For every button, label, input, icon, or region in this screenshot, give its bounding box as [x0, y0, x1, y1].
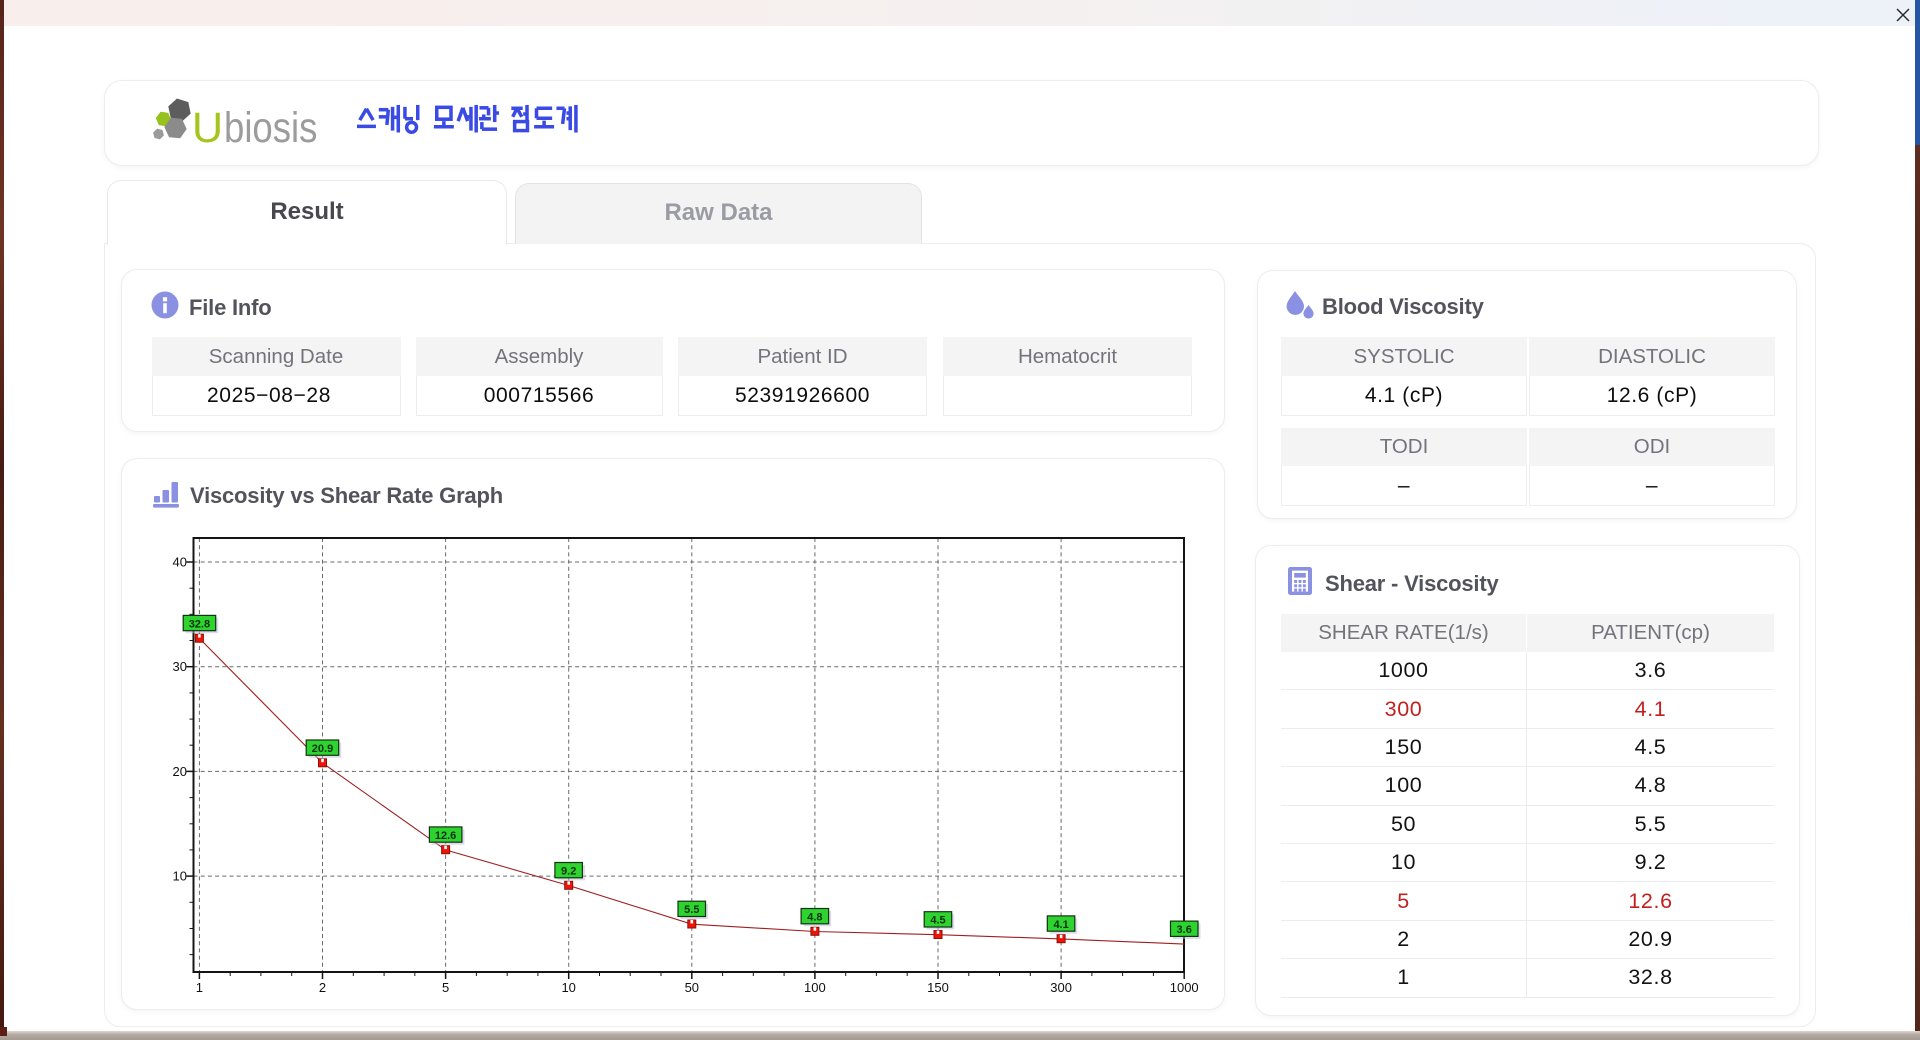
svg-text:20: 20 [173, 764, 187, 779]
svg-text:2: 2 [319, 980, 326, 995]
svg-text:9.2: 9.2 [561, 866, 576, 878]
svg-text:20.9: 20.9 [312, 743, 333, 755]
svg-text:4.5: 4.5 [930, 915, 945, 927]
svg-text:5.5: 5.5 [684, 904, 699, 916]
svg-text:1: 1 [196, 980, 203, 995]
svg-text:4.8: 4.8 [807, 912, 822, 924]
svg-text:100: 100 [804, 980, 826, 995]
svg-text:U: U [192, 104, 223, 152]
svg-text:30: 30 [173, 659, 187, 674]
svg-text:5: 5 [442, 980, 449, 995]
svg-text:32.8: 32.8 [189, 618, 210, 630]
svg-text:50: 50 [685, 980, 699, 995]
svg-text:4.1: 4.1 [1053, 919, 1068, 931]
svg-text:150: 150 [927, 980, 949, 995]
svg-text:40: 40 [173, 555, 187, 570]
svg-text:300: 300 [1050, 980, 1072, 995]
svg-text:12.6: 12.6 [435, 830, 456, 842]
svg-text:1000: 1000 [1170, 980, 1199, 995]
svg-text:10: 10 [561, 980, 575, 995]
svg-text:3.6: 3.6 [1177, 924, 1192, 936]
svg-text:biosis: biosis [224, 104, 317, 151]
svg-text:10: 10 [173, 869, 187, 884]
